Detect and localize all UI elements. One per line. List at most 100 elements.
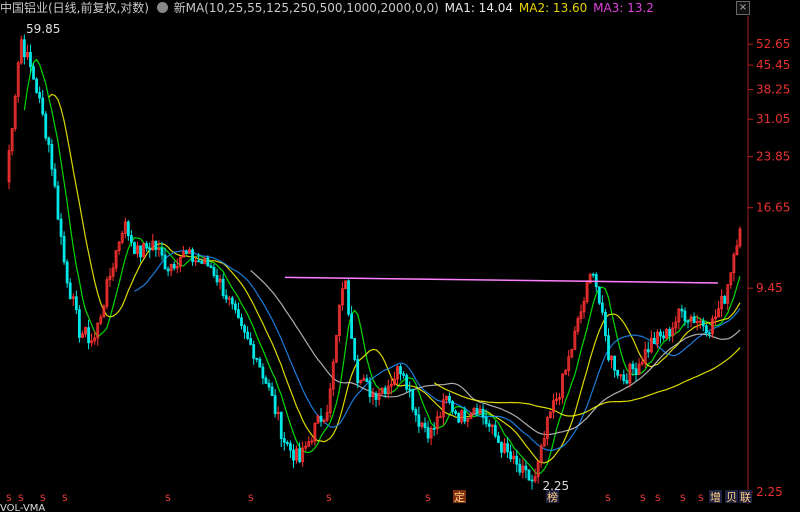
event-marker-9: S [605, 494, 611, 504]
candle-body [148, 247, 152, 251]
candle-body [484, 416, 488, 425]
y-tick-label-3: 31.05 [756, 112, 790, 126]
event-marker-10: S [640, 494, 646, 504]
candle-body [255, 357, 259, 360]
candle-body [166, 268, 170, 272]
candle-body [692, 316, 696, 323]
candle-body [240, 317, 243, 327]
candle-body [604, 311, 607, 337]
candle-body [233, 303, 237, 311]
candle-body [78, 309, 81, 338]
special-marker-3: 贝 [726, 491, 737, 504]
candlestick-series [7, 34, 742, 490]
candle-body [74, 296, 78, 311]
candle-body [631, 363, 635, 370]
candle-body [353, 337, 357, 360]
y-axis: 52.65 45.45 38.25 31.05 23.85 16.65 9.45 2.25 [748, 37, 790, 499]
candle-body [530, 479, 534, 482]
y-tick-label-1: 45.45 [756, 58, 790, 72]
event-marker-6: S [326, 494, 332, 504]
ma-line-4 [250, 269, 741, 436]
candle-body [282, 438, 286, 443]
candle-body [451, 400, 454, 412]
candle-body [368, 381, 372, 398]
candle-body [285, 441, 289, 445]
candle-body [139, 245, 142, 258]
candle-body [261, 366, 265, 379]
candle-body [243, 325, 246, 333]
candle-body [252, 344, 256, 359]
price-chart[interactable]: 52.65 45.45 38.25 31.05 23.85 16.65 9.45 2.25 5… [0, 0, 800, 504]
event-marker-7: S [425, 494, 431, 504]
candle-body [133, 241, 136, 255]
candle-body [163, 254, 167, 270]
candle-body [154, 240, 158, 250]
candle-body [607, 335, 610, 361]
candle-body [594, 274, 598, 288]
y-tick-label-5: 16.65 [756, 201, 790, 215]
candle-body [224, 295, 228, 300]
candle-body [662, 335, 665, 339]
candle-body [509, 451, 513, 460]
special-marker-2: 增 [710, 490, 721, 504]
candle-body [622, 374, 626, 382]
special-marker-1: 榜 [547, 490, 558, 504]
candle-body [145, 243, 149, 249]
candle-body [402, 373, 405, 376]
candle-body [704, 325, 708, 334]
candle-body [646, 349, 650, 353]
event-marker-5: S [248, 494, 254, 504]
candle-body [197, 260, 201, 263]
high-price-label: 59.85 [26, 22, 60, 36]
candle-body [356, 359, 360, 384]
candle-body [613, 355, 617, 371]
candle-body [417, 414, 421, 427]
candle-body [126, 221, 130, 237]
candle-body [515, 455, 519, 465]
candle-body [319, 415, 323, 422]
y-tick-label-4: 23.85 [756, 150, 790, 164]
y-tick-label-2: 38.25 [756, 83, 790, 97]
candle-body [454, 410, 457, 414]
event-marker-3: S [62, 494, 68, 504]
y-tick-label-7: 2.25 [756, 485, 783, 499]
special-marker-4: 联 [740, 491, 751, 504]
candle-body [680, 308, 684, 312]
candle-body [292, 449, 295, 461]
candle-body [600, 302, 604, 313]
special-marker-0: 定 [454, 490, 465, 504]
event-marker-1: S [18, 494, 24, 504]
candle-body [298, 448, 302, 463]
candle-body [374, 393, 378, 400]
candle-body [35, 78, 38, 93]
volume-header: VOL-VMA [0, 504, 46, 512]
candle-body [350, 313, 353, 339]
candle-body [44, 113, 48, 139]
candle-body [279, 411, 283, 439]
candle-body [518, 463, 522, 473]
candle-body [668, 328, 672, 337]
candle-body [411, 388, 415, 410]
candle-body [493, 424, 497, 437]
event-marker-2: S [40, 494, 46, 504]
candle-body [463, 410, 467, 422]
ma-line-1 [23, 58, 741, 476]
candle-body [686, 320, 690, 323]
candle-body [591, 273, 595, 276]
candle-body [212, 266, 216, 276]
candle-body [723, 295, 727, 304]
candle-body [289, 443, 292, 451]
candle-body [62, 236, 66, 263]
event-marker-11: S [655, 494, 661, 504]
candle-body [475, 408, 479, 415]
candle-body [634, 368, 638, 375]
candle-body [41, 97, 45, 115]
candle-body [258, 358, 262, 368]
candle-body [172, 263, 176, 269]
candle-body [47, 137, 51, 145]
candle-body [399, 366, 402, 375]
event-marker-0: S [6, 494, 12, 504]
candle-body [487, 423, 491, 427]
candle-body [65, 261, 69, 284]
candle-body [659, 331, 662, 337]
